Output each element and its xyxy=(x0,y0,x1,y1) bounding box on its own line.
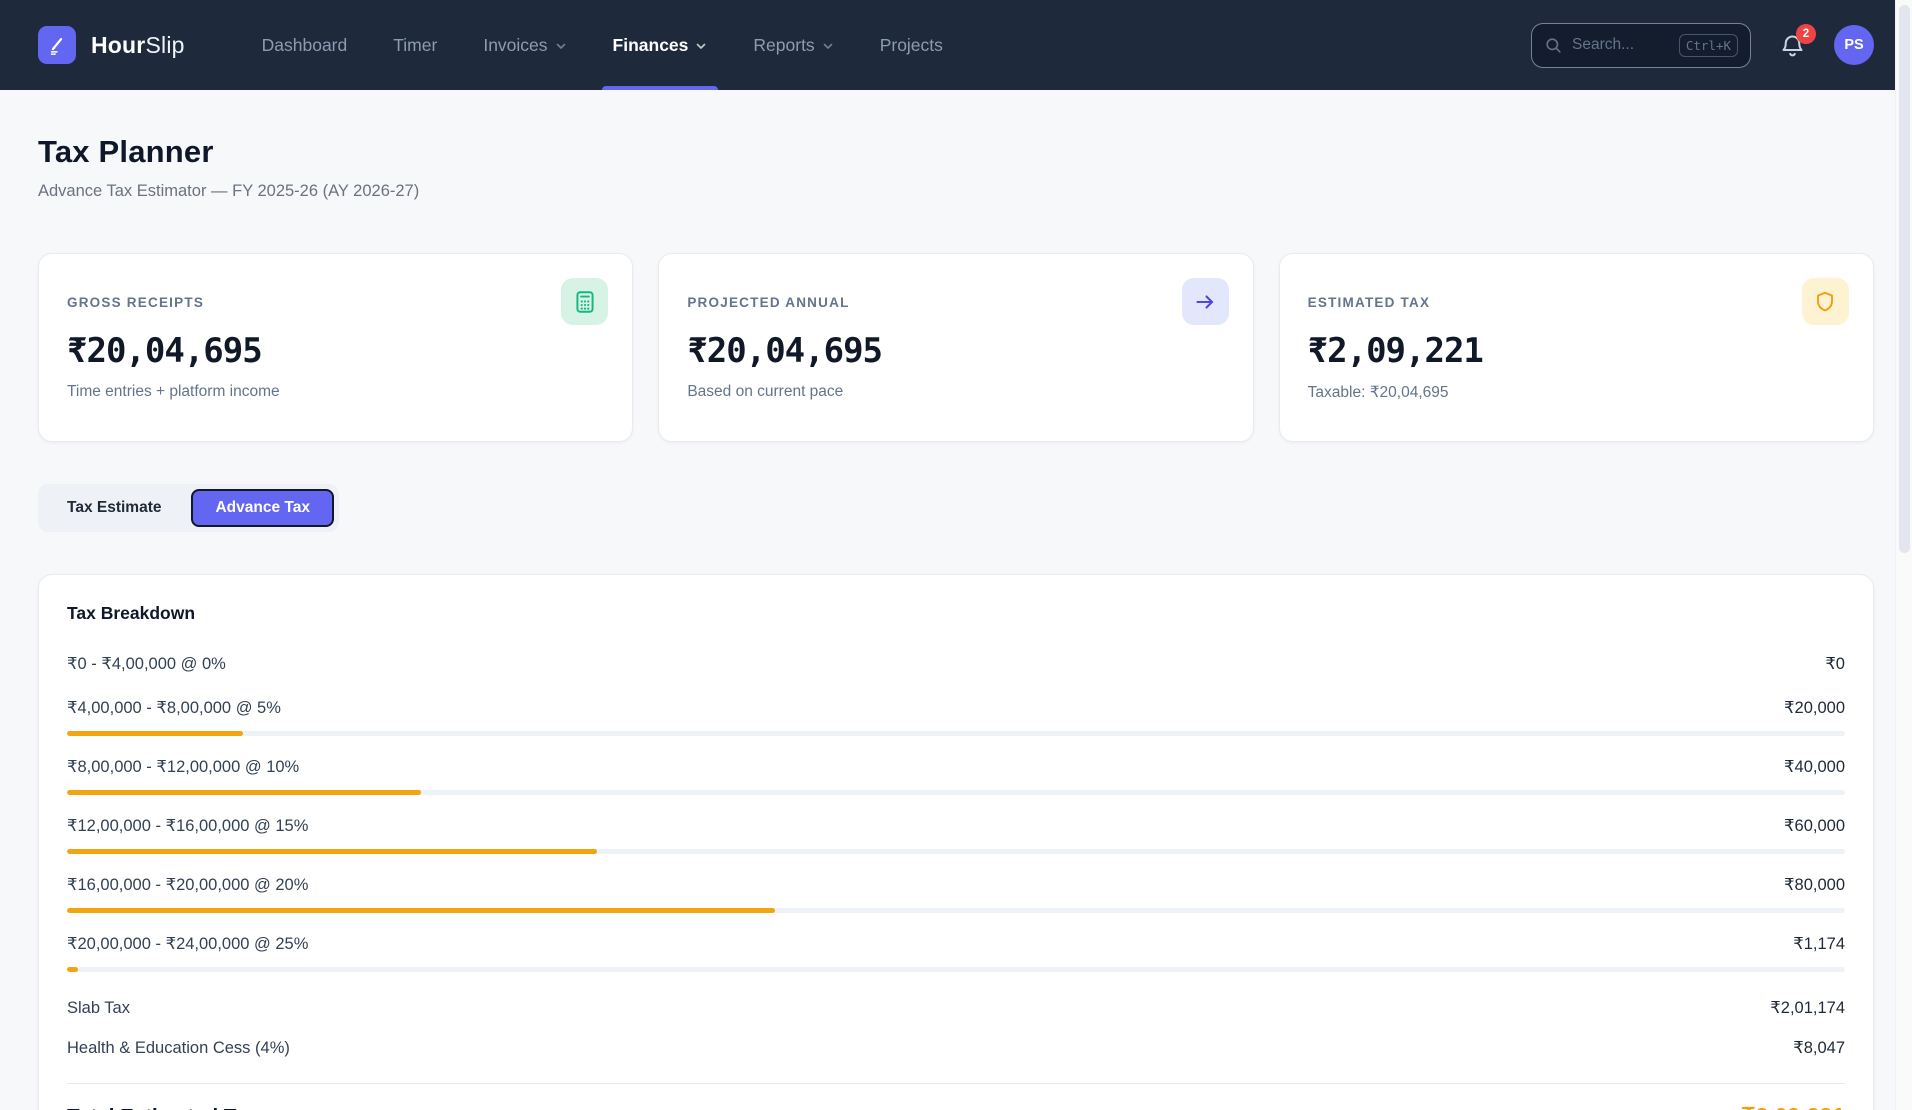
stat-card-gross-receipts: GROSS RECEIPTS ₹20,04,695 Time entries +… xyxy=(38,253,633,442)
slab-label: ₹4,00,000 - ₹8,00,000 @ 5% xyxy=(67,698,281,718)
total-label: Total Estimated Tax xyxy=(67,1105,258,1110)
card-label: PROJECTED ANNUAL xyxy=(687,295,1224,310)
nav-item-dashboard[interactable]: Dashboard xyxy=(239,0,371,90)
summary-label: Slab Tax xyxy=(67,999,130,1018)
slab-progress-fill xyxy=(67,967,78,972)
slab-value: ₹60,000 xyxy=(1784,816,1845,836)
nav-label: Invoices xyxy=(483,35,547,56)
stat-cards: GROSS RECEIPTS ₹20,04,695 Time entries +… xyxy=(38,253,1874,442)
slab-progress-track xyxy=(67,908,1845,913)
tax-summary: Slab Tax ₹2,01,174 Health & Education Ce… xyxy=(67,988,1845,1110)
card-subtitle: Based on current pace xyxy=(687,383,1224,401)
stat-card-estimated-tax: ESTIMATED TAX ₹2,09,221 Taxable: ₹20,04,… xyxy=(1279,253,1874,442)
tab-tax-estimate[interactable]: Tax Estimate xyxy=(43,489,185,527)
slab-label: ₹20,00,000 - ₹24,00,000 @ 25% xyxy=(67,934,308,954)
panel-title: Tax Breakdown xyxy=(67,603,1845,624)
slab-progress-fill xyxy=(67,790,421,795)
card-value: ₹20,04,695 xyxy=(687,331,1224,371)
summary-label: Health & Education Cess (4%) xyxy=(67,1039,290,1058)
main-nav: Dashboard Timer Invoices Finances Report… xyxy=(239,0,966,90)
nav-label: Dashboard xyxy=(262,35,348,56)
nav-label: Projects xyxy=(880,35,943,56)
active-nav-underline xyxy=(602,86,719,90)
tab-group: Tax Estimate Advance Tax xyxy=(38,484,339,532)
total-value: ₹2,09,221 xyxy=(1741,1103,1845,1110)
slab-progress-fill xyxy=(67,908,775,913)
brand-name: HourSlip xyxy=(91,32,185,59)
summary-value: ₹2,01,174 xyxy=(1770,998,1845,1018)
slab-row: ₹20,00,000 - ₹24,00,000 @ 25% ₹1,174 xyxy=(67,924,1845,972)
calculator-icon xyxy=(561,278,608,325)
search-icon xyxy=(1544,36,1563,55)
card-subtitle: Time entries + platform income xyxy=(67,383,604,401)
total-estimated-tax-row: Total Estimated Tax ₹2,09,221 xyxy=(67,1103,1845,1110)
chevron-down-icon xyxy=(822,40,834,52)
navbar-right: Ctrl+K 2 PS xyxy=(1531,23,1874,68)
slab-progress-track xyxy=(67,849,1845,854)
nav-item-reports[interactable]: Reports xyxy=(730,0,856,90)
card-value: ₹2,09,221 xyxy=(1308,331,1845,371)
pen-document-icon xyxy=(38,26,76,64)
slab-value: ₹20,000 xyxy=(1784,698,1845,718)
arrow-right-icon xyxy=(1182,278,1229,325)
slab-label: ₹12,00,000 - ₹16,00,000 @ 15% xyxy=(67,816,308,836)
nav-item-finances[interactable]: Finances xyxy=(590,0,731,90)
search-input[interactable] xyxy=(1572,36,1670,54)
nav-label: Reports xyxy=(753,35,814,56)
card-value: ₹20,04,695 xyxy=(67,331,604,371)
chevron-down-icon xyxy=(555,40,567,52)
slab-row: ₹0 - ₹4,00,000 @ 0% ₹0 xyxy=(67,644,1845,684)
top-navbar: HourSlip Dashboard Timer Invoices Financ… xyxy=(0,0,1912,90)
slab-value: ₹1,174 xyxy=(1793,934,1845,954)
scrollbar-thumb[interactable] xyxy=(1899,5,1910,553)
notification-count-badge: 2 xyxy=(1796,24,1816,44)
nav-label: Timer xyxy=(393,35,437,56)
slab-label: ₹16,00,000 - ₹20,00,000 @ 20% xyxy=(67,875,308,895)
summary-row-cess: Health & Education Cess (4%) ₹8,047 xyxy=(67,1028,1845,1068)
card-label: ESTIMATED TAX xyxy=(1308,295,1845,310)
slab-row: ₹8,00,000 - ₹12,00,000 @ 10% ₹40,000 xyxy=(67,747,1845,795)
main-content: Tax Planner Advance Tax Estimator — FY 2… xyxy=(0,134,1912,1110)
user-avatar[interactable]: PS xyxy=(1834,25,1874,65)
brand-logo[interactable]: HourSlip xyxy=(38,26,185,64)
chevron-down-icon xyxy=(695,40,707,52)
slab-progress-track xyxy=(67,967,1845,972)
search-box[interactable]: Ctrl+K xyxy=(1531,23,1751,68)
slab-label: ₹8,00,000 - ₹12,00,000 @ 10% xyxy=(67,757,299,777)
slab-progress-track xyxy=(67,731,1845,736)
slab-row: ₹12,00,000 - ₹16,00,000 @ 15% ₹60,000 xyxy=(67,806,1845,854)
nav-item-timer[interactable]: Timer xyxy=(370,0,460,90)
tax-breakdown-panel: Tax Breakdown ₹0 - ₹4,00,000 @ 0% ₹0 ₹4,… xyxy=(38,574,1874,1110)
card-label: GROSS RECEIPTS xyxy=(67,295,604,310)
divider xyxy=(67,1083,1845,1084)
shield-icon xyxy=(1802,278,1849,325)
slab-progress-fill xyxy=(67,731,243,736)
summary-row-slab-tax: Slab Tax ₹2,01,174 xyxy=(67,988,1845,1028)
notifications-button[interactable]: 2 xyxy=(1779,32,1806,59)
summary-value: ₹8,047 xyxy=(1793,1038,1845,1058)
slab-row: ₹4,00,000 - ₹8,00,000 @ 5% ₹20,000 xyxy=(67,688,1845,736)
vertical-scrollbar[interactable] xyxy=(1895,0,1912,1110)
slab-progress-fill xyxy=(67,849,597,854)
card-subtitle: Taxable: ₹20,04,695 xyxy=(1308,383,1845,402)
nav-item-projects[interactable]: Projects xyxy=(857,0,966,90)
tab-advance-tax[interactable]: Advance Tax xyxy=(191,489,333,527)
slab-progress-track xyxy=(67,790,1845,795)
stat-card-projected-annual: PROJECTED ANNUAL ₹20,04,695 Based on cur… xyxy=(658,253,1253,442)
slab-row: ₹16,00,000 - ₹20,00,000 @ 20% ₹80,000 xyxy=(67,865,1845,913)
nav-label: Finances xyxy=(613,35,689,56)
slab-value: ₹0 xyxy=(1825,654,1845,674)
slab-label: ₹0 - ₹4,00,000 @ 0% xyxy=(67,654,226,674)
page-title: Tax Planner xyxy=(38,134,1874,170)
slab-value: ₹80,000 xyxy=(1784,875,1845,895)
page-subtitle: Advance Tax Estimator — FY 2025-26 (AY 2… xyxy=(38,182,1874,201)
keyboard-shortcut-badge: Ctrl+K xyxy=(1679,34,1738,57)
nav-item-invoices[interactable]: Invoices xyxy=(460,0,589,90)
slab-value: ₹40,000 xyxy=(1784,757,1845,777)
